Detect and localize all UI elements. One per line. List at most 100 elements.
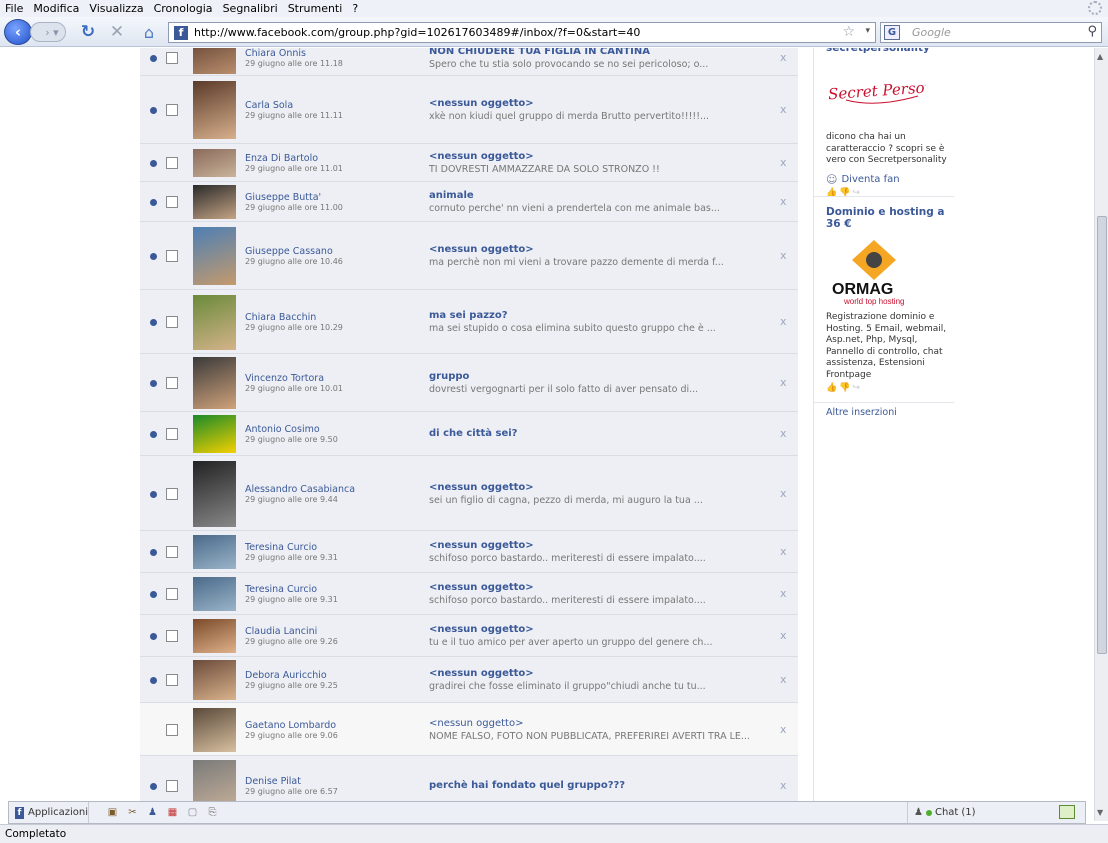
message-snippet[interactable]: xkè non kiudi quel gruppo di merda Brutt… [429, 111, 709, 122]
ad-title[interactable]: secretpersonality [826, 48, 956, 54]
delete-message-icon[interactable]: x [780, 673, 787, 686]
back-button[interactable]: ‹ [4, 19, 32, 45]
message-snippet[interactable]: cornuto perche' nn vieni a prendertela c… [429, 203, 720, 214]
message-checkbox[interactable] [166, 196, 178, 208]
message-checkbox[interactable] [166, 52, 178, 64]
message-row[interactable]: Gaetano Lombardo 29 giugno alle ore 9.06 <… [140, 703, 798, 756]
sender-avatar[interactable] [193, 760, 236, 801]
delete-message-icon[interactable]: x [780, 723, 787, 736]
message-row[interactable]: Chiara Bacchin 29 giugno alle ore 10.29 ma… [140, 290, 798, 354]
message-subject[interactable]: <nessun oggetto> [429, 540, 534, 551]
message-checkbox[interactable] [166, 723, 178, 736]
sender-avatar[interactable] [193, 577, 236, 611]
message-subject[interactable]: <nessun oggetto> [429, 668, 534, 679]
sender-avatar[interactable] [193, 357, 236, 409]
delete-message-icon[interactable]: x [780, 545, 787, 558]
sender-avatar[interactable] [193, 619, 236, 653]
message-checkbox[interactable] [166, 316, 178, 328]
url-text[interactable]: http://www.facebook.com/group.php?gid=10… [194, 26, 640, 39]
message-snippet[interactable]: gradirei che fosse eliminato il gruppo"c… [429, 681, 706, 692]
sender-avatar[interactable] [193, 535, 236, 569]
ad-ormag[interactable]: Dominio e hosting a 36 € ORMAG world top… [826, 206, 956, 393]
message-subject[interactable]: <nessun oggetto> [429, 151, 534, 162]
delete-message-icon[interactable]: x [780, 376, 787, 389]
sender-name[interactable]: Giuseppe Butta' [245, 192, 321, 203]
message-subject[interactable]: <nessun oggetto> [429, 718, 523, 729]
delete-message-icon[interactable]: x [780, 315, 787, 328]
scroll-down-icon[interactable]: ▼ [1097, 808, 1103, 817]
message-checkbox[interactable] [166, 377, 178, 389]
message-checkbox[interactable] [166, 588, 178, 600]
message-snippet[interactable]: ma perchè non mi vieni a trovare pazzo d… [429, 257, 724, 268]
message-subject[interactable]: di che città sei? [429, 428, 518, 439]
delete-message-icon[interactable]: x [780, 779, 787, 792]
sender-name[interactable]: Chiara Bacchin [245, 312, 316, 323]
message-checkbox[interactable] [166, 428, 178, 440]
message-snippet[interactable]: TI DOVRESTI AMMAZZARE DA SOLO STRONZO !! [429, 164, 660, 175]
message-row[interactable]: Giuseppe Butta' 29 giugno alle ore 11.00 a… [140, 182, 798, 222]
delete-message-icon[interactable]: x [780, 487, 787, 500]
menu-item-0[interactable]: File [5, 2, 23, 15]
message-subject[interactable]: NON CHIUDERE TUA FIGLIA IN CANTINA [429, 48, 650, 57]
search-icon[interactable]: ⚲ [1087, 24, 1097, 39]
sender-avatar[interactable] [193, 460, 236, 527]
menu-item-4[interactable]: Segnalibri [223, 2, 278, 15]
menu-item-3[interactable]: Cronologia [154, 2, 213, 15]
delete-message-icon[interactable]: x [780, 629, 787, 642]
delete-message-icon[interactable]: x [780, 427, 787, 440]
ad-secretpersonality[interactable]: secretpersonality Secret Personality dic… [826, 48, 968, 198]
sender-name[interactable]: Chiara Onnis [245, 48, 306, 59]
delete-message-icon[interactable]: x [780, 103, 787, 116]
groups-icon[interactable]: ♟ [146, 806, 159, 819]
message-snippet[interactable]: tu e il tuo amico per aver aperto un gru… [429, 637, 713, 648]
message-snippet[interactable]: schifoso porco bastardo.. meriteresti di… [429, 595, 706, 606]
sender-avatar[interactable] [193, 81, 236, 139]
delete-message-icon[interactable]: x [780, 249, 787, 262]
message-row[interactable]: Enza Di Bartolo 29 giugno alle ore 11.01 <… [140, 144, 798, 182]
menu-item-1[interactable]: Modifica [33, 2, 79, 15]
message-checkbox[interactable] [166, 104, 178, 116]
sender-avatar[interactable] [193, 149, 236, 177]
applications-button[interactable]: f Applicazioni [9, 802, 89, 823]
sender-name[interactable]: Denise Pilat [245, 776, 301, 787]
sender-name[interactable]: Claudia Lancini [245, 626, 317, 637]
message-snippet[interactable]: NOME FALSO, FOTO NON PUBBLICATA, PREFERI… [429, 731, 750, 742]
sender-name[interactable]: Teresina Curcio [245, 584, 317, 595]
reload-button[interactable]: ↻ [78, 22, 98, 42]
message-row[interactable]: Chiara Onnis 29 giugno alle ore 11.18 NON … [140, 48, 798, 76]
scrollbar[interactable]: ▲ ▼ [1094, 48, 1108, 821]
message-subject[interactable]: ma sei pazzo? [429, 310, 508, 321]
sender-name[interactable]: Gaetano Lombardo [245, 720, 336, 731]
search-bar[interactable]: G Google ⚲ [880, 22, 1102, 43]
sender-avatar[interactable] [193, 294, 236, 350]
message-checkbox[interactable] [166, 780, 178, 792]
message-snippet[interactable]: sei un figlio di cagna, pezzo di merda, … [429, 495, 703, 506]
menu-item-5[interactable]: Strumenti [288, 2, 343, 15]
delete-message-icon[interactable]: x [780, 51, 787, 64]
message-row[interactable]: Carla Sola 29 giugno alle ore 11.11 <nessu… [140, 76, 798, 144]
delete-message-icon[interactable]: x [780, 156, 787, 169]
notes-icon[interactable]: ▢ [186, 806, 199, 819]
message-row[interactable]: Teresina Curcio 29 giugno alle ore 9.31 <n… [140, 573, 798, 615]
delete-message-icon[interactable]: x [780, 195, 787, 208]
sender-name[interactable]: Teresina Curcio [245, 542, 317, 553]
sender-name[interactable]: Alessandro Casabianca [245, 484, 355, 495]
ad-rating-icons[interactable]: 👍👎↪ [826, 383, 956, 393]
message-row[interactable]: Vincenzo Tortora 29 giugno alle ore 10.01… [140, 354, 798, 412]
sender-avatar[interactable] [193, 48, 236, 74]
sender-avatar[interactable] [193, 415, 236, 453]
menu-item-6[interactable]: ? [352, 2, 358, 15]
message-subject[interactable]: <nessun oggetto> [429, 482, 534, 493]
url-dropdown-icon[interactable]: ▾ [865, 26, 870, 36]
sender-name[interactable]: Carla Sola [245, 100, 293, 111]
sender-avatar[interactable] [193, 227, 236, 285]
message-row[interactable]: Debora Auricchio 29 giugno alle ore 9.25 <… [140, 657, 798, 703]
menu-item-2[interactable]: Visualizza [89, 2, 143, 15]
events-icon[interactable]: ▦ [166, 806, 179, 819]
home-button[interactable]: ⌂ [138, 22, 160, 42]
message-row[interactable]: Antonio Cosimo 29 giugno alle ore 9.50 di … [140, 412, 798, 456]
become-fan-link[interactable]: Diventa fan [841, 174, 899, 185]
message-row[interactable]: Giuseppe Cassano 29 giugno alle ore 10.46… [140, 222, 798, 290]
message-row[interactable]: Teresina Curcio 29 giugno alle ore 9.31 <n… [140, 531, 798, 573]
sender-name[interactable]: Antonio Cosimo [245, 424, 320, 435]
